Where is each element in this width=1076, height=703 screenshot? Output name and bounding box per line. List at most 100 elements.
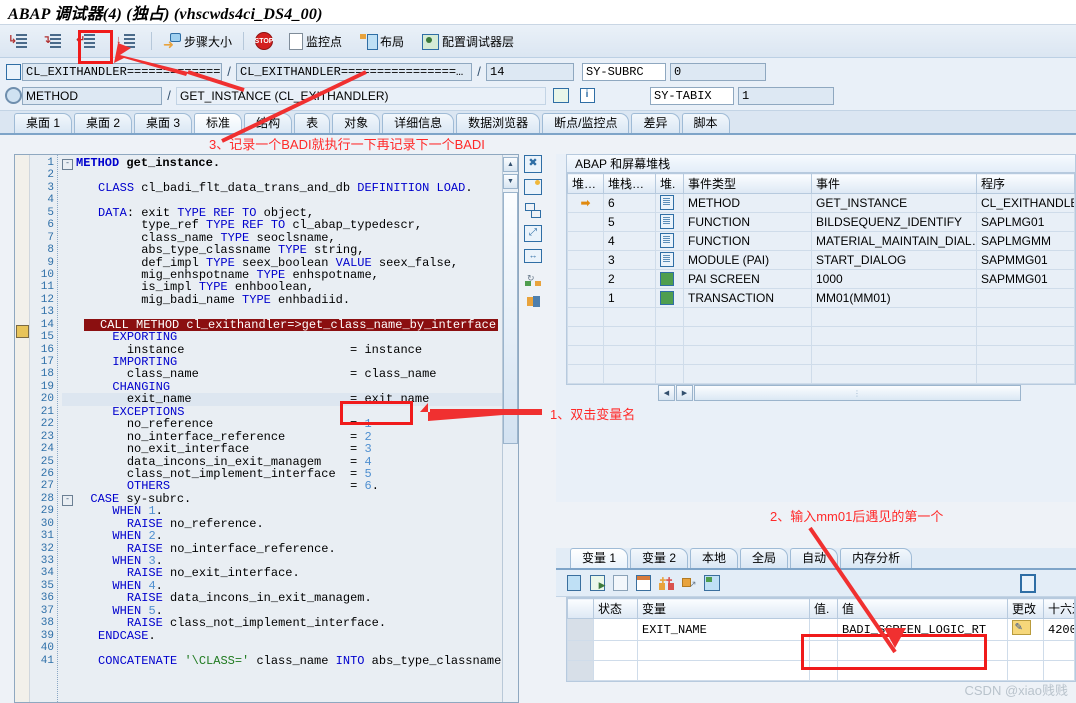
variable-status[interactable] xyxy=(593,660,638,681)
event-type-field[interactable]: METHOD xyxy=(22,86,162,105)
stop-button[interactable]: STOP xyxy=(251,27,283,55)
configure-debugger-layer-button[interactable]: 配置调试器层 xyxy=(418,27,518,55)
tab-6[interactable]: 对象 xyxy=(332,113,381,133)
stack-scroll-thumb[interactable]: ⋮ xyxy=(694,385,1021,401)
code-vertical-scrollbar[interactable]: ▲ ▼ xyxy=(502,155,518,702)
watchpoint-button[interactable]: 监控点 xyxy=(285,27,346,55)
stack-column-header-4[interactable]: 事件 xyxy=(811,173,977,194)
insert-row-icon[interactable]: ▶ xyxy=(589,575,606,591)
change-cell[interactable] xyxy=(1007,640,1044,661)
tab-3[interactable]: 标准 xyxy=(194,113,243,133)
stack-column-header-2[interactable]: 堆. xyxy=(655,173,684,194)
table-row[interactable] xyxy=(567,326,1075,346)
settings-icon[interactable] xyxy=(522,292,544,312)
variable-name[interactable]: EXIT_NAME xyxy=(637,618,810,641)
stack-column-header-5[interactable]: 程序 xyxy=(976,173,1075,194)
code-line[interactable]: - METHOD get_instance. xyxy=(62,157,502,170)
event-field[interactable]: GET_INSTANCE (CL_EXITHANDLER) xyxy=(176,86,546,105)
insert-row-after-icon[interactable] xyxy=(612,575,628,591)
variables-column-header-1[interactable]: 状态 xyxy=(593,598,638,619)
restore-icon[interactable] xyxy=(704,575,720,591)
variables-column-header-3[interactable]: 值. xyxy=(809,598,838,619)
variables-tab-1[interactable]: 变量 2 xyxy=(630,548,689,568)
table-row[interactable]: ➡6 METHODGET_INSTANCECL_EXITHANDLER=== xyxy=(567,193,1075,213)
program-field[interactable]: CL_EXITHANDLER=============… xyxy=(22,62,222,81)
variables-column-header-0[interactable] xyxy=(567,598,594,619)
code-text[interactable]: - METHOD get_instance. CLASS cl_badi_flt_… xyxy=(58,155,502,702)
stack-column-header-1[interactable]: 堆栈… xyxy=(603,173,656,194)
variables-column-header-6[interactable]: 十六进… xyxy=(1043,598,1075,619)
variable-status[interactable] xyxy=(593,618,638,641)
scroll-left-button[interactable]: ◀ xyxy=(658,385,675,401)
layout-button[interactable]: 布局 xyxy=(356,27,408,55)
swap-panels-icon[interactable] xyxy=(522,200,544,220)
compare-icon[interactable]: ✚ ✚ xyxy=(658,575,674,591)
table-row[interactable] xyxy=(567,345,1075,365)
tab-2[interactable]: 桌面 3 xyxy=(134,113,193,133)
code-line[interactable]: mig_badi_name TYPE enhbadiid. xyxy=(62,294,502,306)
scroll-right-button[interactable]: ▶ xyxy=(676,385,693,401)
include-field[interactable]: CL_EXITHANDLER================… xyxy=(236,62,472,81)
refresh-icon[interactable]: ↻ xyxy=(522,269,544,289)
stack-column-header-3[interactable]: 事件类型 xyxy=(683,173,812,194)
edit-pencil-icon[interactable] xyxy=(1007,618,1044,641)
new-window-icon[interactable] xyxy=(522,177,544,197)
tab-4[interactable]: 结构 xyxy=(244,113,293,133)
tab-8[interactable]: 数据浏览器 xyxy=(456,113,541,133)
variables-column-header-4[interactable]: 值 xyxy=(837,598,1008,619)
step-over-button[interactable]: ↴ xyxy=(38,27,70,55)
info-icon[interactable]: i xyxy=(578,87,596,104)
variables-column-header-2[interactable]: 变量 xyxy=(637,598,810,619)
variables-tab-4[interactable]: 自动 xyxy=(790,548,839,568)
line-number-field[interactable]: 14 xyxy=(486,62,574,81)
variables-tab-0[interactable]: 变量 1 xyxy=(570,548,629,568)
goto-source-icon[interactable] xyxy=(552,87,570,104)
table-row[interactable]: 2 PAI SCREEN 1000 SAPMMG01 xyxy=(567,269,1075,289)
tab-7[interactable]: 详细信息 xyxy=(382,113,455,133)
table-row[interactable] xyxy=(567,364,1075,384)
code-line[interactable]: CLASS cl_badi_flt_data_trans_and_db DEFI… xyxy=(62,182,502,194)
table-row[interactable]: 1 TRANSACTION MM01(MM01) xyxy=(567,288,1075,308)
continue-button[interactable]: ↓ xyxy=(112,27,144,55)
row-selector[interactable] xyxy=(567,660,594,681)
change-cell[interactable] xyxy=(1007,660,1044,681)
stack-column-header-0[interactable]: 堆… xyxy=(567,173,604,194)
table-row[interactable] xyxy=(567,307,1075,327)
table-row[interactable]: 4 FUNCTION MATERIAL_MAINTAIN_DIAL… SAPLMGMM xyxy=(567,231,1075,251)
maximize-icon[interactable]: ⤢ xyxy=(522,223,544,243)
fold-toggle-icon[interactable]: - xyxy=(62,159,73,170)
tab-11[interactable]: 脚本 xyxy=(681,113,730,133)
scroll-up-button[interactable]: ▲ xyxy=(503,157,518,172)
resize-width-icon[interactable]: ↔ xyxy=(522,246,544,266)
stack-horizontal-scrollbar[interactable]: ◀ ▶ ⋮ xyxy=(566,385,1076,401)
row-selector[interactable] xyxy=(567,640,594,661)
breakpoint-marker-icon[interactable] xyxy=(16,325,29,338)
save-icon[interactable] xyxy=(1020,573,1036,593)
code-line[interactable]: CONCATENATE '\CLASS=' class_name INTO ab… xyxy=(62,654,502,667)
delete-icon[interactable] xyxy=(566,575,582,591)
table-row[interactable]: 3 MODULE (PAI) START_DIALOG SAPMMG01 xyxy=(567,250,1075,270)
scroll-down-button[interactable]: ▼ xyxy=(503,174,518,189)
tab-9[interactable]: 断点/监控点 xyxy=(542,113,630,133)
close-icon[interactable]: ✖ xyxy=(522,154,544,174)
code-line[interactable]: ENDCASE. xyxy=(62,629,502,642)
variable-status[interactable] xyxy=(593,640,638,661)
variables-tab-2[interactable]: 本地 xyxy=(690,548,739,568)
variable-name[interactable] xyxy=(637,660,810,681)
row-selector[interactable] xyxy=(567,618,594,641)
variable-name[interactable] xyxy=(637,640,810,661)
remove-row-icon[interactable] xyxy=(635,575,651,591)
tab-5[interactable]: 表 xyxy=(294,113,331,133)
variables-tab-3[interactable]: 全局 xyxy=(740,548,789,568)
variables-column-header-5[interactable]: 更改 xyxy=(1007,598,1044,619)
tab-1[interactable]: 桌面 2 xyxy=(74,113,133,133)
breakpoint-gutter[interactable] xyxy=(15,155,30,702)
scroll-thumb[interactable] xyxy=(503,192,518,444)
step-into-button[interactable]: ↳ xyxy=(4,27,36,55)
tab-0[interactable]: 桌面 1 xyxy=(14,113,73,133)
step-size-button[interactable]: ➜ 步骤大小 xyxy=(159,27,236,55)
tab-10[interactable]: 差异 xyxy=(631,113,680,133)
transfer-icon[interactable]: ↗ xyxy=(681,575,697,591)
variables-tab-5[interactable]: 内存分析 xyxy=(840,548,913,568)
table-row[interactable]: 5 FUNCTION BILDSEQUENZ_IDENTIFY SAPLMG01 xyxy=(567,212,1075,232)
